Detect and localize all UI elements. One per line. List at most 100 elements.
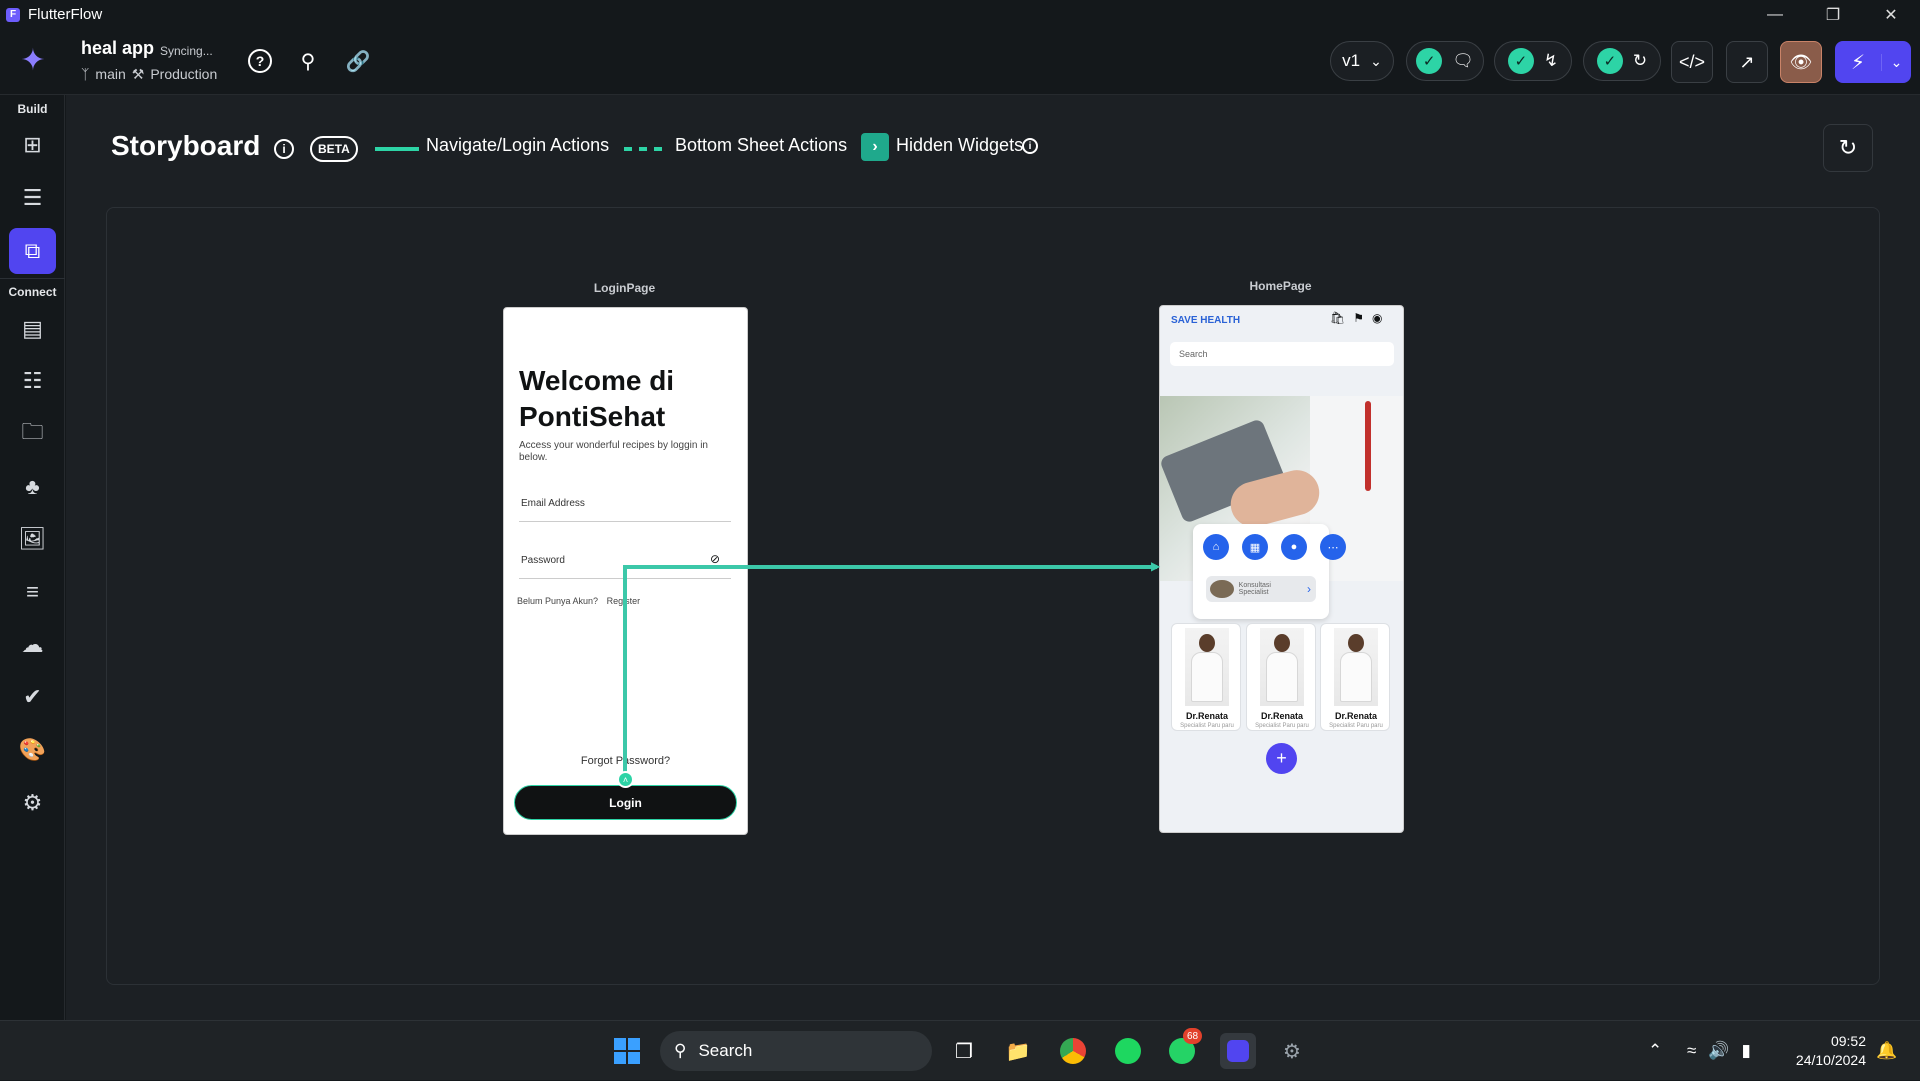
windows-start-icon[interactable] [609,1033,645,1069]
location-pin-icon[interactable]: ● [1281,534,1307,560]
whatsapp-badge: 68 [1183,1028,1203,1044]
wrench-icon: ⚒ [131,66,145,82]
file-explorer-icon[interactable]: 📁 [1000,1033,1036,1069]
connection-node-icon[interactable]: ˄ [617,771,634,788]
version-selector[interactable]: v1 ⌄ [1330,41,1394,81]
add-button[interactable]: + [1266,743,1297,774]
login-title: Welcome di PontiSehat [519,365,675,432]
window-title: FlutterFlow [28,6,103,23]
visibility-off-icon[interactable]: ⊘ [710,552,720,566]
home-page-preview[interactable]: SAVE HEALTH 🛍 ⚑ ◉ Search ⌂ ▦ ● ⋯ Konsult… [1159,305,1404,833]
settings-gear-icon[interactable]: ⚙ [1274,1033,1310,1069]
run-button[interactable]: ⚡ ⌄ [1835,41,1911,83]
refresh-button[interactable]: ↻ [1823,124,1873,172]
restore-icon[interactable]: ❐ [1804,0,1862,29]
navigate-connection-horizontal [623,565,1157,569]
chrome-icon[interactable] [1055,1033,1091,1069]
database-icon[interactable]: ▤ [9,306,56,352]
wifi-icon: ≈ [1687,1041,1697,1060]
connect-section-label: Connect [8,285,57,299]
more-icon[interactable]: ⋯ [1320,534,1346,560]
doctor-photo [1260,628,1304,706]
flutterflow-logo-icon: F [6,7,20,22]
sync-status-pill[interactable]: ✓ ↻ [1583,41,1661,81]
comments-status[interactable]: ✓ 🗨 [1406,41,1484,81]
window-controls: — ❐ ✕ [1746,0,1920,29]
home-search-input[interactable]: Search [1170,342,1394,366]
custom-code-icon[interactable]: ≡ [9,569,56,615]
media-folder-icon[interactable]: 🗀 [9,411,56,457]
login-subtitle: Access your wonderful recipes by loggin … [519,440,708,463]
hospital-icon[interactable]: ▦ [1242,534,1268,560]
task-view-icon[interactable]: ❐ [946,1033,982,1069]
spotify-icon[interactable] [1110,1033,1146,1069]
chat-icon[interactable]: ⚑ [1353,311,1364,325]
volume-icon: 🔊 [1708,1041,1730,1060]
doctor-photo [1334,628,1378,706]
info-icon[interactable]: i [1022,138,1038,154]
branch-name: main [95,66,126,82]
code-view-button[interactable]: </> [1671,41,1713,83]
notification-bell-icon[interactable]: 🔔 [1876,1021,1897,1081]
branch-info[interactable]: ᛉ main ⚒ Production [81,66,217,83]
search-icon[interactable]: ⚲ [292,45,324,77]
storyboard-canvas[interactable] [106,207,1880,985]
flutterflow-logo-icon[interactable]: ✦ [14,41,52,79]
tray-overflow-icon[interactable]: ⌃ [1648,1021,1662,1081]
consult-specialist-button[interactable]: Konsultasi Specialist › [1206,576,1316,602]
taskbar-search-label: Search [698,1041,753,1060]
email-field[interactable] [519,521,731,522]
close-icon[interactable]: ✕ [1862,0,1920,29]
chevron-down-icon: ⌄ [1370,52,1382,69]
add-page-icon[interactable]: ⊞ [9,122,56,168]
cloud-functions-icon[interactable]: ☁ [9,622,56,668]
branch-icon: ᛉ [81,66,90,82]
team-library-icon[interactable]: ♣ [9,464,56,510]
info-icon[interactable]: i [274,139,294,159]
media-assets-icon[interactable]: 🖼 [9,516,56,562]
login-button[interactable]: Login [514,785,737,820]
navigate-legend-label: Navigate/Login Actions [426,135,610,155]
version-label: v1 [1342,51,1361,70]
search-icon: ⚲ [674,1041,687,1060]
actions-status[interactable]: ✓ ↯ [1494,41,1572,81]
register-row: Belum Punya Akun? Register [517,596,640,606]
flutterflow-taskbar-icon[interactable] [1220,1033,1256,1069]
window-titlebar: F FlutterFlow — ❐ ✕ [0,0,1920,29]
open-external-button[interactable]: ↗ [1726,41,1768,83]
doctor-card[interactable]: Dr.Renata Specialist Paru paru [1246,623,1316,731]
lightning-icon: ⚡ [1850,51,1866,74]
doctor-name: Dr.Renata [1185,711,1229,721]
login-page-label: LoginPage [593,281,656,295]
doctor-photo [1185,628,1229,706]
testing-icon[interactable]: ✔ [9,674,56,720]
storyboard-icon[interactable]: ⧉ [9,228,56,274]
preview-button[interactable]: 👁 [1780,41,1822,83]
system-tray[interactable]: ≈ 🔊 ▮ [1687,1021,1751,1081]
beta-badge: BETA [310,136,358,162]
widget-tree-icon[interactable]: ☰ [9,175,56,221]
help-icon[interactable]: ? [244,45,276,77]
clock-date: 24/10/2024 [1795,1052,1866,1068]
home-icon[interactable]: ⌂ [1203,534,1229,560]
hidden-widgets-legend-label: Hidden Widgets [896,135,1024,155]
chevron-right-icon: › [861,133,889,161]
arrow-right-icon: ▶ [1151,559,1161,573]
doctor-name: Dr.Renata [1260,711,1304,721]
settings-gear-icon[interactable]: ⚙ [9,780,56,826]
doctor-card[interactable]: Dr.Renata Specialist Paru paru [1171,623,1241,731]
data-schema-icon[interactable]: ☷ [9,358,56,404]
chevron-down-icon[interactable]: ⌄ [1881,53,1911,71]
clock[interactable]: 09:52 24/10/2024 [1780,1032,1866,1070]
theme-settings-icon[interactable]: 🎨 [9,727,56,773]
project-name[interactable]: heal app [81,38,154,59]
battery-icon: ▮ [1741,1041,1751,1060]
link-icon[interactable]: 🔗 [342,45,374,77]
shopping-bag-icon[interactable]: 🛍 [1330,311,1345,325]
minimize-icon[interactable]: — [1746,0,1804,29]
bottom-sheet-legend-label: Bottom Sheet Actions [675,135,848,155]
avatar[interactable]: ◉ [1372,311,1382,325]
doctor-card[interactable]: Dr.Renata Specialist Paru paru [1320,623,1390,731]
loading-spinner-icon: ↻ [1632,51,1648,70]
taskbar-search[interactable]: ⚲ Search [660,1031,932,1071]
